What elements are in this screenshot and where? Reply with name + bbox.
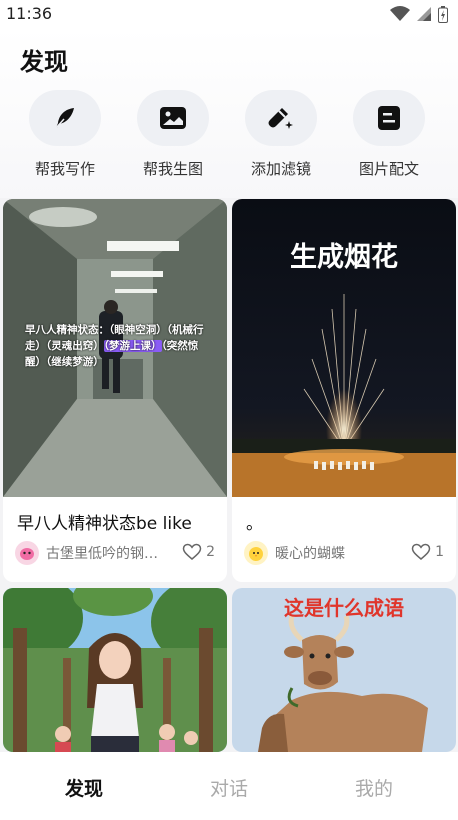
chick-icon: [249, 547, 263, 561]
bottom-tab-bar: 发现 对话 我的: [0, 752, 458, 820]
tool-write-label: 帮我写作: [34, 160, 95, 178]
tool-write[interactable]: 帮我写作: [15, 90, 115, 190]
tool-image-caption-bg: [353, 90, 425, 146]
tool-generate-image-label: 帮我生图: [142, 160, 203, 178]
note-icon: [378, 106, 400, 130]
header: 发现 帮我写作 帮我生图 添加滤镜 图片配文: [0, 28, 458, 198]
heart-icon: [182, 543, 202, 560]
pink-creature-icon: [20, 548, 34, 560]
card-title: 。: [246, 514, 263, 534]
feed-card[interactable]: 早八人精神状态：（眼神空洞）（机械行走）（灵魂出窍）（梦游上课）（突然惊醒）（继…: [3, 199, 227, 582]
like-button[interactable]: 1: [411, 543, 444, 561]
tab-me[interactable]: 我的: [314, 774, 434, 801]
feather-pen-icon: [55, 108, 74, 129]
tab-discover[interactable]: 发现: [24, 774, 144, 801]
card-overlay-title: 生成烟花: [290, 242, 398, 273]
card-image-anime-girl: [3, 588, 227, 752]
overlay-text-highlight: （梦游上课）: [103, 340, 162, 352]
author-name[interactable]: 古堡里低吟的钢…: [46, 543, 158, 563]
status-time: 11:36: [6, 4, 53, 23]
feed-card[interactable]: 生成烟花 。 暖心的蝴蝶 1: [232, 199, 456, 582]
tool-generate-image[interactable]: 帮我生图: [123, 90, 223, 190]
like-count: 1: [435, 544, 444, 560]
tool-image-caption-label: 图片配文: [358, 160, 419, 178]
like-count: 2: [206, 544, 215, 560]
magic-wand-icon: [268, 108, 293, 129]
tool-add-filter[interactable]: 添加滤镜: [231, 90, 331, 190]
tool-write-bg: [29, 90, 101, 146]
avatar[interactable]: [244, 541, 268, 565]
card-overlay-title: 这是什么成语: [284, 596, 404, 620]
wifi-icon: [390, 6, 410, 21]
feed-card[interactable]: [3, 588, 227, 752]
status-icons: [390, 5, 448, 23]
tool-row: 帮我写作 帮我生图 添加滤镜 图片配文: [0, 90, 458, 190]
author-name[interactable]: 暖心的蝴蝶: [275, 543, 345, 563]
card-meta: 暖心的蝴蝶 1: [244, 541, 444, 565]
feed-card[interactable]: 这是什么成语: [232, 588, 456, 752]
heart-icon: [411, 543, 431, 560]
signal-icon: [417, 7, 431, 21]
card-meta: 古堡里低吟的钢… 2: [15, 541, 215, 565]
tool-generate-image-bg: [137, 90, 209, 146]
tab-chat[interactable]: 对话: [169, 774, 289, 801]
tool-add-filter-bg: [245, 90, 317, 146]
battery-icon: [438, 5, 448, 23]
tool-add-filter-label: 添加滤镜: [250, 160, 311, 178]
status-bar: 11:36: [0, 0, 458, 28]
like-button[interactable]: 2: [182, 543, 215, 561]
avatar[interactable]: [15, 541, 39, 565]
image-icon: [160, 107, 186, 129]
card-title: 早八人精神状态be like: [17, 514, 192, 534]
page-title: 发现: [20, 48, 68, 76]
tool-image-caption[interactable]: 图片配文: [339, 90, 439, 190]
card-overlay-text: 早八人精神状态：（眼神空洞）（机械行走）（灵魂出窍）（梦游上课）（突然惊醒）（继…: [25, 322, 207, 370]
